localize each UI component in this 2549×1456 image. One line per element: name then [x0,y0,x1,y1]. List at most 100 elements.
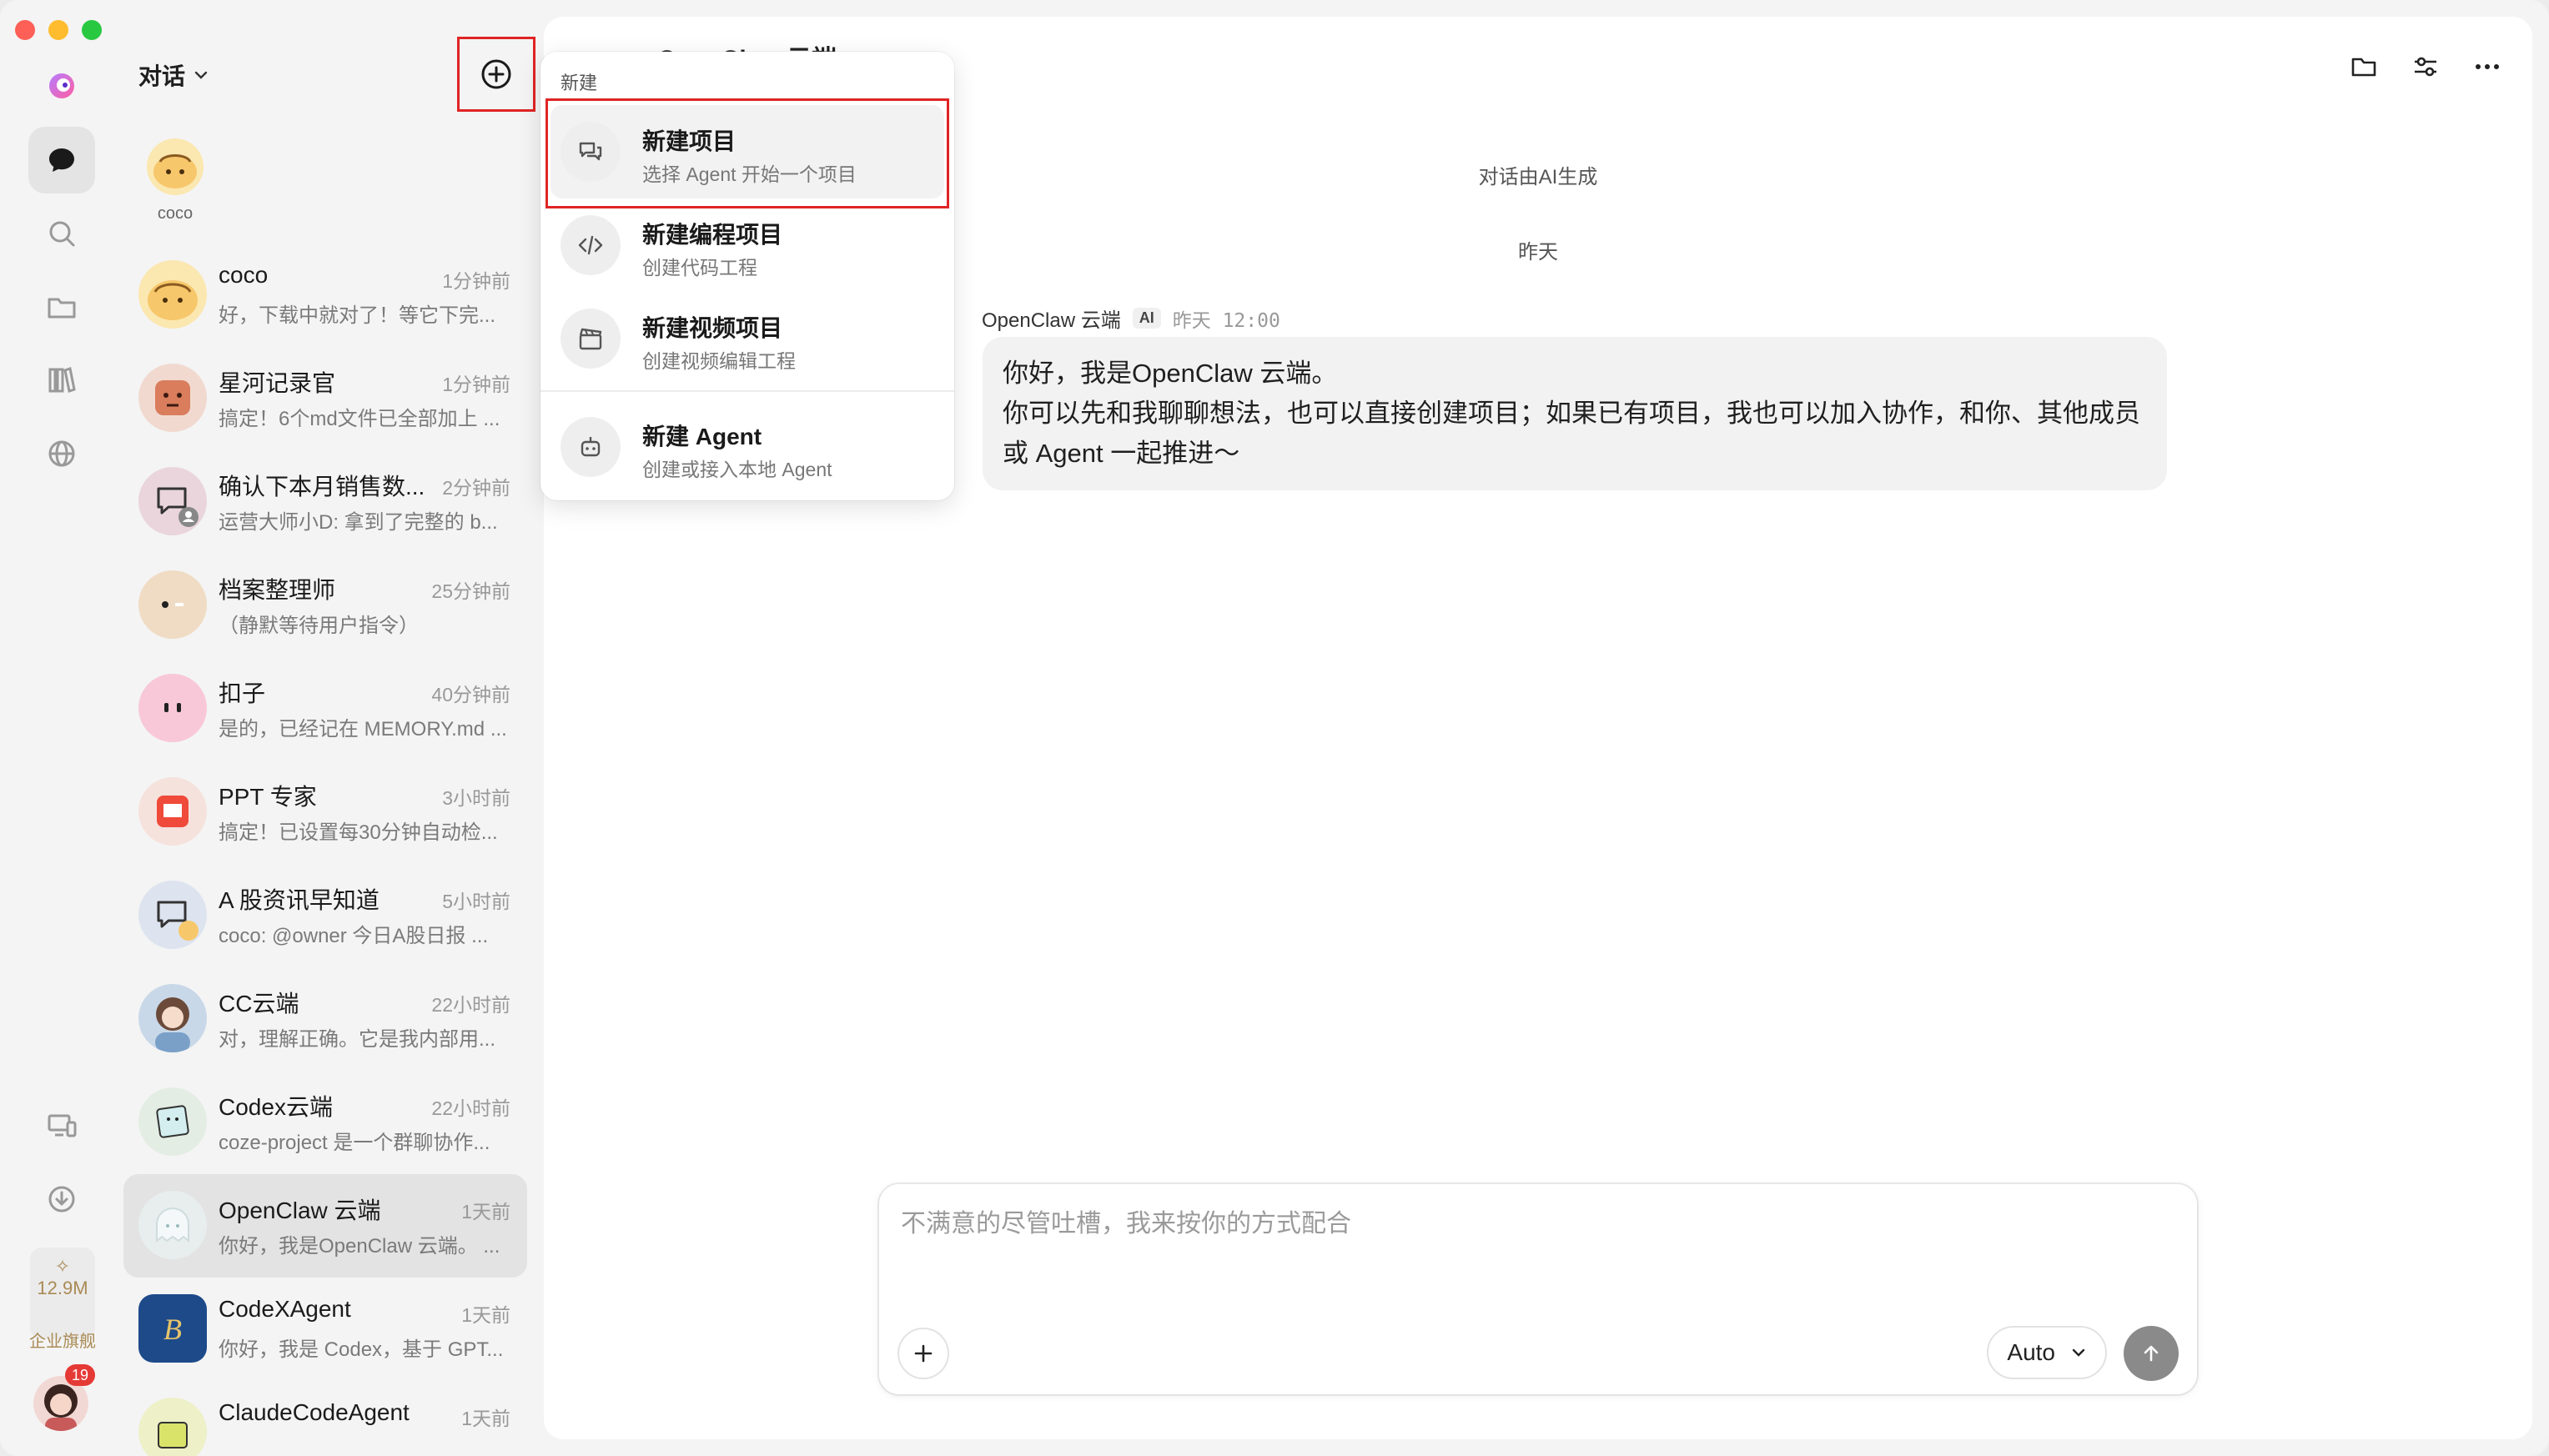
codexagent-avatar-icon: B [138,1294,207,1363]
rail-devices[interactable] [28,1092,95,1159]
conversation-name: 扣子 [219,680,266,706]
folder-button[interactable] [2349,52,2379,82]
conversation-name: CodeXAgent [219,1296,351,1322]
conversation-time: 25分钟前 [431,580,510,602]
new-video-project-subtitle: 创建视频编辑工程 [642,350,796,372]
conversation-preview: 运营大师小D: 拿到了完整的 b... [219,511,498,534]
group-chat-avatar-icon [138,467,207,535]
conversation-name: ClaudeCodeAgent [219,1399,410,1425]
conversation-item[interactable]: B CodeXAgent 1天前 你好，我是 Codex，基于 GPT... [123,1278,527,1381]
app-logo[interactable] [28,52,95,118]
conversation-name: 确认下本月销售数... [219,474,425,500]
conversation-name: A 股资讯早知道 [219,887,380,913]
conversation-preview: 是的，已经记在 MEMORY.md ... [219,718,507,741]
model-label: Auto [2007,1339,2055,1365]
new-button[interactable] [457,37,535,112]
folder-icon [2351,58,2376,77]
conversation-item[interactable]: 扣子 40分钟前 是的，已经记在 MEMORY.md ... [123,657,527,761]
chevron-down-icon [2072,1348,2085,1357]
conversation-preview: coze-project 是一个群聊协作... [219,1132,490,1154]
rail-library[interactable] [28,347,95,414]
new-video-project-title: 新建视频项目 [642,315,783,341]
conversation-time: 1分钟前 [442,270,510,292]
search-icon [49,221,75,247]
conversation-item[interactable]: CC云端 22小时前 对，理解正确。它是我内部用... [123,967,527,1071]
coco-avatar-icon [147,138,204,195]
message-line: 你好，我是OpenClaw 云端。 [1003,359,1338,388]
globe-icon [48,440,75,467]
devices-icon [48,1114,77,1137]
sparkle-icon: ✧ [54,1256,71,1277]
conversation-time: 2分钟前 [442,477,510,499]
sidebar-title-dropdown[interactable]: 对话 [138,58,209,92]
svg-text:B: B [163,1313,182,1346]
arrow-up-icon [2144,1345,2159,1362]
logo-icon [49,73,74,98]
conversation-item[interactable]: coco 1分钟前 好，下载中就对了！等它下完... [123,244,527,347]
sidebar-title: 对话 [138,63,186,89]
settings-button[interactable] [2411,52,2441,82]
new-coding-project-item[interactable]: 新建编程项目 创建代码工程 [551,198,944,292]
new-project-item[interactable]: 新建项目 选择 Agent 开始一个项目 [551,105,944,198]
conversation-item[interactable]: 档案整理师 25分钟前 （静默等待用户指令） [123,554,527,657]
conversation-name: 星河记录官 [219,370,336,396]
clapperboard-icon [561,309,621,369]
conversation-time: 1天前 [461,1408,510,1429]
new-menu: 新建 新建项目 选择 Agent 开始一个项目 新建编程项目 创建代码工程 新建… [540,52,954,500]
conversation-item[interactable]: OpenClaw 云端 1天前 你好，我是OpenClaw 云端。 ... [123,1174,527,1278]
conversation-item[interactable]: PPT 专家 3小时前 搞定！已设置每30分钟自动检... [123,761,527,864]
conversation-list: coco 1分钟前 好，下载中就对了！等它下完... 星河记录官 1分钟前 搞定… [123,244,542,1456]
conversation-item[interactable]: Codex云端 22小时前 coze-project 是一个群聊协作... [123,1071,527,1174]
conversation-item[interactable]: A 股资讯早知道 5小时前 coco: @owner 今日A股日报 ... [123,864,527,967]
new-video-project-item[interactable]: 新建视频项目 创建视频编辑工程 [551,292,944,385]
new-agent-title: 新建 Agent [642,424,762,449]
send-button[interactable] [2124,1326,2179,1381]
star-recorder-avatar-icon [138,364,207,432]
conversation-preview: 搞定！已设置每30分钟自动检... [219,821,498,844]
more-button[interactable] [2472,52,2502,82]
download-icon [48,1186,75,1212]
rail-explore[interactable] [28,420,95,487]
new-agent-item[interactable]: 新建 Agent 创建或接入本地 Agent [551,400,944,494]
kouzi-avatar-icon [138,674,207,742]
attach-button[interactable] [897,1328,949,1379]
conversation-preview: 你好，我是OpenClaw 云端。 ... [219,1235,500,1258]
model-selector[interactable]: Auto [1987,1326,2107,1379]
conversation-item[interactable]: 星河记录官 1分钟前 搞定！6个md文件已全部加上 ... [123,347,527,450]
plus-circle-icon [481,59,511,89]
chevron-down-icon [194,71,208,79]
message-composer: Auto [879,1184,2197,1394]
message-meta: OpenClaw 云端 AI 昨天 12:00 [982,304,1280,333]
conversation-name: OpenClaw 云端 [219,1197,381,1223]
pinned-agent[interactable]: coco [133,133,217,223]
rail-files[interactable] [28,274,95,340]
robot-icon [561,417,621,477]
conversation-preview: coco: @owner 今日A股日报 ... [219,925,489,947]
message-input[interactable] [899,1209,2070,1239]
rail-chat[interactable] [28,127,95,193]
rail-search[interactable] [28,200,95,267]
conversation-preview: 对，理解正确。它是我内部用... [219,1028,496,1051]
conversation-time: 5小时前 [442,891,510,912]
openclaw-avatar-icon [138,1191,207,1259]
conversation-name: 档案整理师 [219,577,336,603]
conversation-time: 3小时前 [442,787,510,809]
conversation-name: coco [219,262,269,288]
chat-header-actions [2349,52,2502,82]
conversation-preview: 搞定！6个md文件已全部加上 ... [219,408,500,430]
sliders-icon [2415,57,2436,77]
coco-avatar-icon [138,260,207,329]
conversation-item[interactable]: ClaudeCodeAgent 1天前 [123,1381,527,1456]
conversation-preview: 你好，我是 Codex，基于 GPT... [219,1338,504,1361]
rail-download[interactable] [28,1166,95,1233]
message-bubble: 你好，我是OpenClaw 云端。 你可以先和我聊聊想法，也可以直接创建项目；如… [983,337,2167,490]
quota-card[interactable]: ✧ 12.9M [30,1248,95,1339]
new-coding-project-subtitle: 创建代码工程 [642,257,757,279]
message-line: 你可以先和我聊聊想法，也可以直接创建项目；如果已有项目，我也可以加入协作，和你、… [1003,399,2140,468]
chat-bubble-icon [49,148,74,172]
codex-cloud-avatar-icon [138,1087,207,1156]
conversation-item[interactable]: 确认下本月销售数... 2分钟前 运营大师小D: 拿到了完整的 b... [123,450,527,554]
new-agent-subtitle: 创建或接入本地 Agent [642,459,832,480]
conversation-name: PPT 专家 [219,784,317,810]
code-icon [561,215,621,275]
